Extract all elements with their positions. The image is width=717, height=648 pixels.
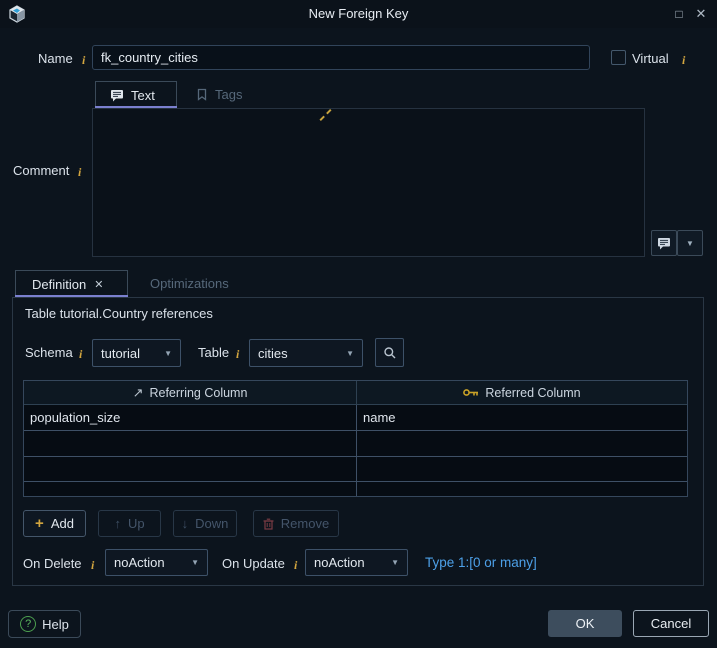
on-update-value: noAction — [314, 555, 365, 570]
maximize-button[interactable]: □ — [667, 0, 691, 28]
browse-table-button[interactable] — [375, 338, 404, 367]
help-button-label: Help — [42, 616, 69, 632]
comment-label: Comment — [13, 163, 70, 178]
table-select[interactable]: cities ▼ — [249, 339, 363, 367]
ok-button[interactable]: OK — [548, 610, 622, 637]
table-row[interactable] — [24, 482, 687, 496]
cancel-button[interactable]: Cancel — [633, 610, 709, 637]
comment-preview-button[interactable] — [651, 230, 677, 256]
on-delete-value: noAction — [114, 555, 165, 570]
table-info-icon[interactable]: i — [234, 347, 239, 362]
table-row[interactable] — [24, 457, 687, 482]
virtual-label[interactable]: Virtual — [632, 51, 669, 66]
referred-cell[interactable] — [357, 431, 687, 456]
tab-tags-label: Tags — [215, 87, 243, 102]
table-label: Table — [198, 345, 230, 360]
virtual-checkbox[interactable] — [611, 50, 626, 65]
title-bar: New Foreign Key □ ✕ — [0, 0, 717, 28]
tab-text[interactable]: Text — [95, 81, 177, 108]
chevron-down-icon: ▼ — [686, 238, 694, 248]
remove-button[interactable]: Remove — [253, 510, 339, 537]
on-delete-select[interactable]: noAction ▼ — [105, 549, 208, 576]
new-foreign-key-dialog: New Foreign Key □ ✕ Name i Virtual i Tex… — [0, 0, 717, 648]
table-select-value: cities — [258, 345, 288, 361]
arrow-down-icon: ↓ — [181, 516, 189, 531]
schema-select[interactable]: tutorial ▼ — [92, 339, 181, 367]
referring-cell[interactable] — [24, 457, 357, 481]
arrow-up-icon: ↑ — [114, 516, 121, 531]
cardinality-type-hint: Type 1:[0 or many] — [425, 555, 537, 570]
chevron-down-icon: ▼ — [391, 558, 399, 567]
up-button[interactable]: ↑ Up — [98, 510, 161, 537]
name-label: Name — [38, 51, 73, 66]
table-row[interactable]: population_size name — [24, 405, 687, 431]
referred-cell[interactable] — [357, 457, 687, 481]
key-icon — [463, 388, 479, 397]
referred-column-header[interactable]: Referred Column — [357, 381, 687, 404]
tab-text-label: Text — [131, 87, 155, 103]
referring-cell[interactable] — [24, 482, 357, 496]
on-update-label: On Update — [222, 556, 285, 571]
referring-cell[interactable] — [24, 431, 357, 456]
comment-textarea[interactable] — [92, 108, 645, 257]
plus-icon: + — [35, 515, 44, 532]
column-mapping-table: ↗ Referring Column Referred Column popul… — [23, 380, 688, 497]
referring-column-header-label: Referring Column — [149, 385, 248, 400]
window-title: New Foreign Key — [308, 6, 409, 21]
trash-icon — [263, 518, 274, 530]
tab-definition[interactable]: Definition ✕ — [15, 270, 128, 297]
comment-bubble-icon — [658, 237, 670, 249]
virtual-info-icon[interactable]: i — [680, 53, 685, 68]
add-button[interactable]: + Add — [23, 510, 86, 537]
referring-cell[interactable]: population_size — [24, 405, 357, 430]
tab-close-icon[interactable]: ✕ — [94, 278, 103, 291]
table-row[interactable] — [24, 431, 687, 457]
tab-optimizations[interactable]: Optimizations — [134, 270, 254, 297]
on-update-select[interactable]: noAction ▼ — [305, 549, 408, 576]
referred-cell[interactable]: name — [357, 405, 687, 430]
close-button[interactable]: ✕ — [689, 0, 713, 28]
chevron-down-icon: ▼ — [164, 348, 172, 358]
reference-line: Table tutorial.Country references — [25, 306, 213, 321]
chevron-down-icon: ▼ — [191, 558, 199, 567]
referring-column-header[interactable]: ↗ Referring Column — [24, 381, 357, 404]
on-delete-info-icon[interactable]: i — [89, 558, 94, 573]
search-icon — [383, 346, 395, 358]
referred-column-header-label: Referred Column — [485, 385, 581, 400]
comment-dropdown-button[interactable]: ▼ — [677, 230, 703, 256]
referred-cell[interactable] — [357, 482, 687, 496]
tab-definition-label: Definition — [32, 276, 87, 292]
table-header-row: ↗ Referring Column Referred Column — [24, 381, 687, 405]
schema-info-icon[interactable]: i — [77, 347, 82, 362]
name-input[interactable] — [92, 45, 590, 70]
down-button[interactable]: ↓ Down — [173, 510, 237, 537]
remove-button-label: Remove — [280, 516, 330, 531]
help-question-icon: ? — [20, 616, 37, 632]
tab-optimizations-label: Optimizations — [150, 276, 229, 291]
bookmark-icon — [196, 88, 208, 101]
help-button[interactable]: ? Help — [8, 610, 81, 638]
arrow-up-right-icon: ↗ — [132, 384, 144, 400]
name-info-icon[interactable]: i — [80, 53, 85, 68]
schema-label: Schema — [25, 345, 73, 360]
up-button-label: Up — [127, 516, 145, 531]
comment-bubble-icon — [110, 89, 124, 102]
schema-select-value: tutorial — [101, 345, 141, 361]
tab-tags[interactable]: Tags — [182, 81, 262, 108]
on-delete-label: On Delete — [23, 556, 82, 571]
on-update-info-icon[interactable]: i — [292, 558, 297, 573]
down-button-label: Down — [195, 516, 229, 531]
chevron-down-icon: ▼ — [346, 348, 354, 358]
add-button-label: Add — [50, 516, 74, 531]
comment-info-icon[interactable]: i — [76, 165, 81, 180]
